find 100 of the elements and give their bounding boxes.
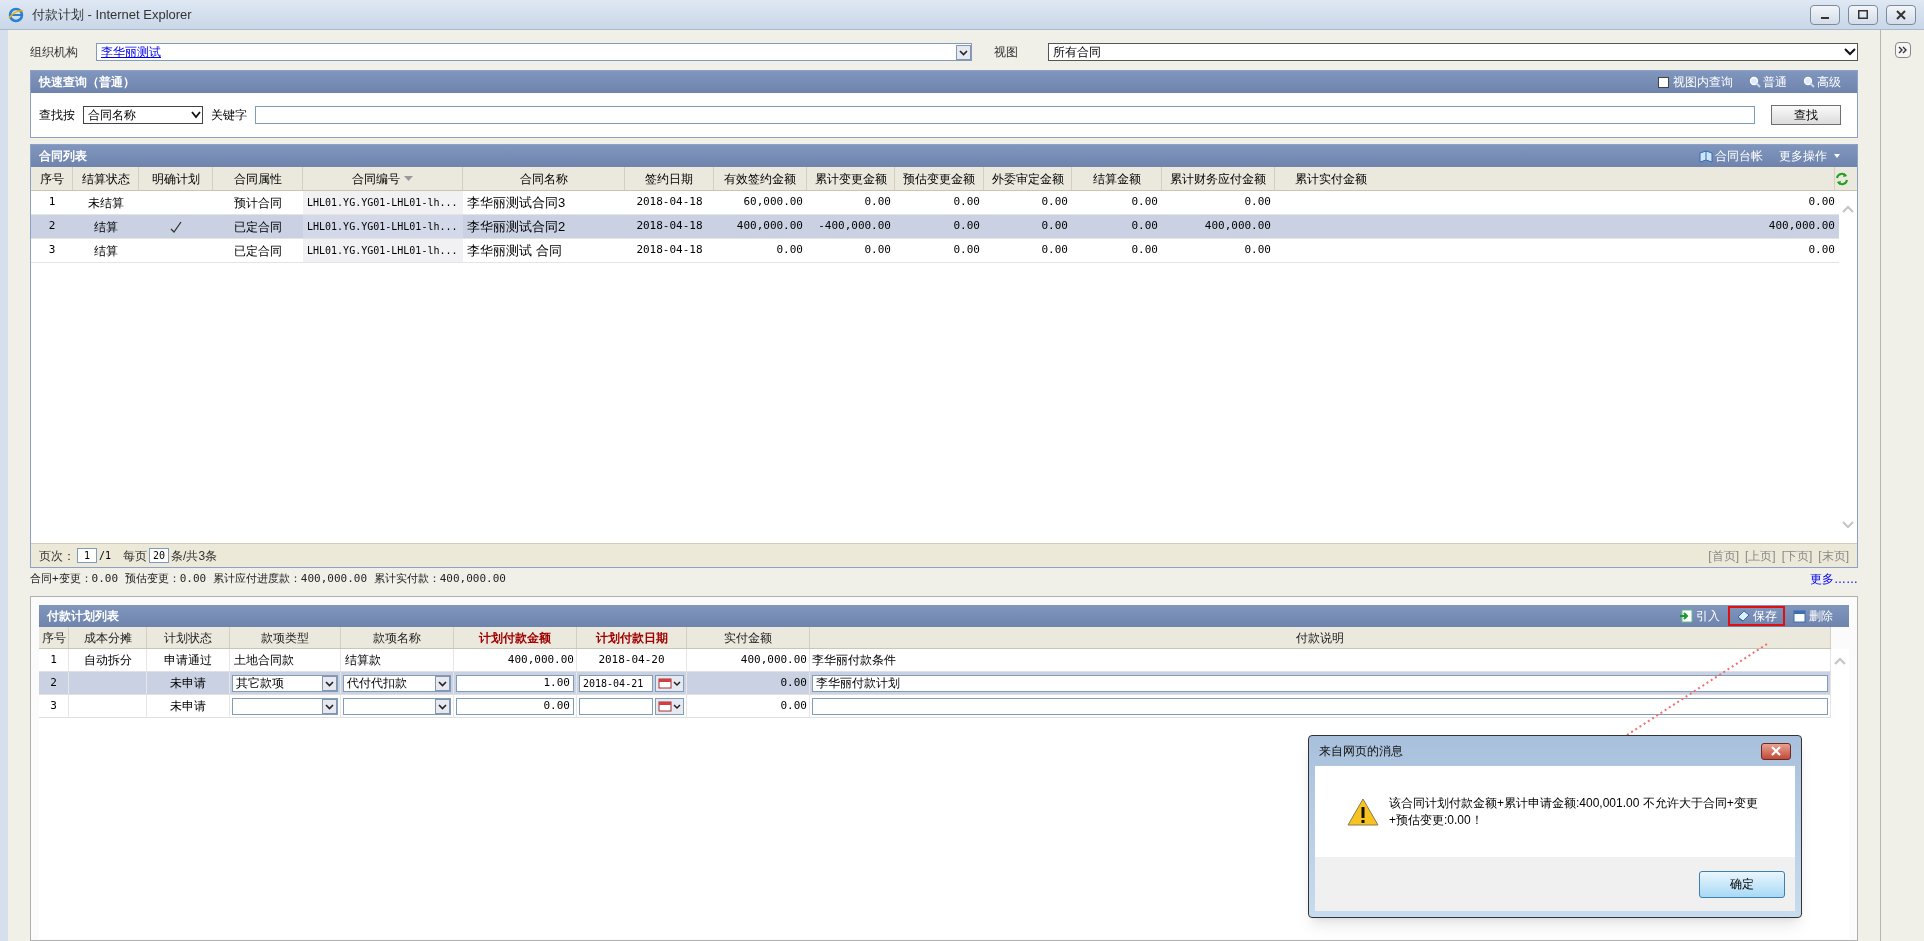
table-cell: 0.00 xyxy=(776,242,803,259)
table-cell: 0.00 xyxy=(953,194,980,211)
table-cell: 2018-04-18 xyxy=(636,194,703,211)
chevron-down-icon xyxy=(190,111,202,119)
column-header: 实付金额 xyxy=(724,629,772,647)
close-icon xyxy=(1896,9,1906,20)
input-field[interactable] xyxy=(812,697,1828,715)
chevron-up-icon xyxy=(1834,657,1846,665)
maximize-icon xyxy=(1858,10,1868,19)
column-header: 款项类型 xyxy=(261,629,309,647)
table-row[interactable]: 1 自动拆分 申请通过 土地合同款 结算款 400,000.00 2018-04-20 400,000.00 李华丽付款条件 xyxy=(39,649,1831,672)
column-header: 计划状态 xyxy=(164,629,212,647)
table-cell: 60,000.00 xyxy=(743,194,803,211)
dropdown-field[interactable]: 代付代扣款 xyxy=(343,674,451,692)
table-cell: -400,000.00 xyxy=(818,218,891,235)
pager-label: 页次： xyxy=(39,547,75,565)
window-title: 付款计划 - Internet Explorer xyxy=(32,5,192,24)
view-select[interactable]: 所有合同 xyxy=(1048,43,1858,61)
table-cell-text: 结算款 xyxy=(345,652,381,669)
table-cell: 0.00 xyxy=(953,218,980,235)
column-header: 合同名称 xyxy=(519,170,568,188)
import-icon xyxy=(1679,609,1693,623)
column-header: 合同属性 xyxy=(233,170,282,188)
table-cell: 0.00 xyxy=(1244,242,1271,259)
close-button[interactable] xyxy=(1886,4,1916,25)
caret-icon xyxy=(1833,153,1841,159)
table-cell: 0.00 xyxy=(864,242,891,259)
table-cell-text: 李华丽测试合同3 xyxy=(467,193,566,212)
column-header: 明确计划 xyxy=(151,170,200,188)
input-field[interactable]: 0.00 xyxy=(456,697,574,715)
column-header: 外委审定金额 xyxy=(991,170,1064,188)
table-cell: 2 xyxy=(48,218,56,235)
table-cell-text: 0.00 xyxy=(780,674,807,691)
table-cell-text: LHL01.YG.YG01-LHL01-lh... xyxy=(307,196,458,210)
dropdown-field[interactable]: 其它款项 xyxy=(232,674,338,692)
warning-icon xyxy=(1347,797,1379,826)
checkbox[interactable] xyxy=(1658,76,1669,88)
table-delete-icon xyxy=(1793,609,1806,623)
table-cell: 0.00 xyxy=(1808,242,1835,259)
table-cell: 1 xyxy=(48,194,56,211)
maximize-button[interactable] xyxy=(1848,4,1878,25)
dialog-message: 该合同计划付款金额+累计申请金额:400,001.00 不允许大于合同+变更+预估变更:0.00！ xyxy=(1389,794,1759,829)
ok-button[interactable]: 确定 xyxy=(1699,870,1785,898)
date-picker-button[interactable] xyxy=(655,697,684,715)
dropdown-field[interactable] xyxy=(343,697,451,715)
table-cell: 0.00 xyxy=(1041,218,1068,235)
pager-label: 每页 xyxy=(123,547,148,565)
table-cell-text: 已定合同 xyxy=(234,218,282,236)
chevron-down-icon xyxy=(1843,47,1857,57)
date-picker-button[interactable] xyxy=(655,674,684,692)
org-select[interactable]: 李华丽测试 xyxy=(96,43,972,61)
table-cell-text: 0.00 xyxy=(780,697,807,714)
chevron-up-icon xyxy=(1842,205,1854,213)
table-cell: 0.00 xyxy=(1131,242,1158,259)
table-row[interactable]: 2 未申请 其它款项 代付代扣款 1.00 2018-04-21 0.00 李华丽付款计划 xyxy=(39,672,1831,695)
column-header: 序号 xyxy=(41,629,66,647)
search-button[interactable]: 查找 xyxy=(1771,105,1841,125)
input-field[interactable]: 2018-04-21 xyxy=(579,674,653,692)
expand-button[interactable] xyxy=(1894,42,1911,58)
table-cell-text: 未结算 xyxy=(88,194,124,212)
more-link[interactable]: 更多…… xyxy=(1810,570,1858,588)
column-header: 有效签约金额 xyxy=(724,170,796,188)
table-cell-text: LHL01.YG.YG01-LHL01-lh... xyxy=(307,244,458,258)
summary-text: 合同+变更：0.00 预估变更：0.00 累计应付进度款：400,000.00 累计实付款：400,000.00 xyxy=(30,570,506,587)
table-cell-text: 李华丽测试 合同 xyxy=(467,241,562,260)
table-cell-text: 未申请 xyxy=(170,698,206,715)
table-row[interactable]: 3 结算 已定合同 LHL01.YG.YG01-LHL01-lh... 李华丽测试 合同 2018-04-18 0.00 0.00 0.00 0.00 0.00 0.00 0.00 xyxy=(31,239,1839,263)
table-cell-text: LHL01.YG.YG01-LHL01-lh... xyxy=(307,220,458,234)
table-cell-text: 自动拆分 xyxy=(83,652,132,669)
table-row[interactable]: 2 结算 已定合同 LHL01.YG.YG01-LHL01-lh... 李华丽测试合同2 2018-04-18 400,000.00 -400,000.00 0.00 0.00 0.00 400,000.00 400,000.00 xyxy=(31,215,1839,239)
dropdown-field[interactable] xyxy=(232,697,338,715)
table-row[interactable]: 3 未申请 0.00 0.00 xyxy=(39,695,1831,718)
minimize-icon xyxy=(1821,16,1829,19)
checkbox-label: 视图内查询 xyxy=(1673,74,1733,91)
search-by-select[interactable]: 合同名称 xyxy=(83,106,203,124)
per-page-field[interactable]: 20 xyxy=(149,548,170,563)
column-header: 成本分摊 xyxy=(83,629,132,647)
table-cell: 0.00 xyxy=(953,242,980,259)
table-cell-text: 400,000.00 xyxy=(740,651,807,668)
input-field[interactable]: 李华丽付款计划 xyxy=(812,674,1828,692)
input-field[interactable]: 1.00 xyxy=(456,674,574,692)
close-button[interactable] xyxy=(1761,742,1791,760)
keyword-field[interactable] xyxy=(255,106,1755,124)
table-row[interactable]: 1 未结算 预计合同 LHL01.YG.YG01-LHL01-lh... 李华丽测试合同3 2018-04-18 60,000.00 0.00 0.00 0.00 0.00 0.00 0.00 xyxy=(31,191,1839,215)
column-header: 累计变更金额 xyxy=(814,170,887,188)
column-header: 计划付款金额 xyxy=(479,629,551,647)
column-header: 累计实付金额 xyxy=(1295,170,1367,188)
field-label: 组织机构 xyxy=(30,44,79,61)
table-cell: 2018-04-18 xyxy=(636,242,703,259)
panel-title: 合同列表 xyxy=(39,148,87,165)
refresh-icon[interactable] xyxy=(1835,171,1849,186)
table-cell: 2018-04-18 xyxy=(636,218,703,235)
page-field[interactable]: 1 xyxy=(77,548,97,563)
table-cell: 0.00 xyxy=(1041,194,1068,211)
table-cell: 400,000.00 xyxy=(1204,218,1271,235)
minimize-button[interactable] xyxy=(1810,4,1840,25)
table-cell: 0.00 xyxy=(864,194,891,211)
column-header: 预估变更金额 xyxy=(903,170,975,188)
field-label: 查找按 xyxy=(39,107,75,124)
input-field[interactable] xyxy=(579,697,653,715)
